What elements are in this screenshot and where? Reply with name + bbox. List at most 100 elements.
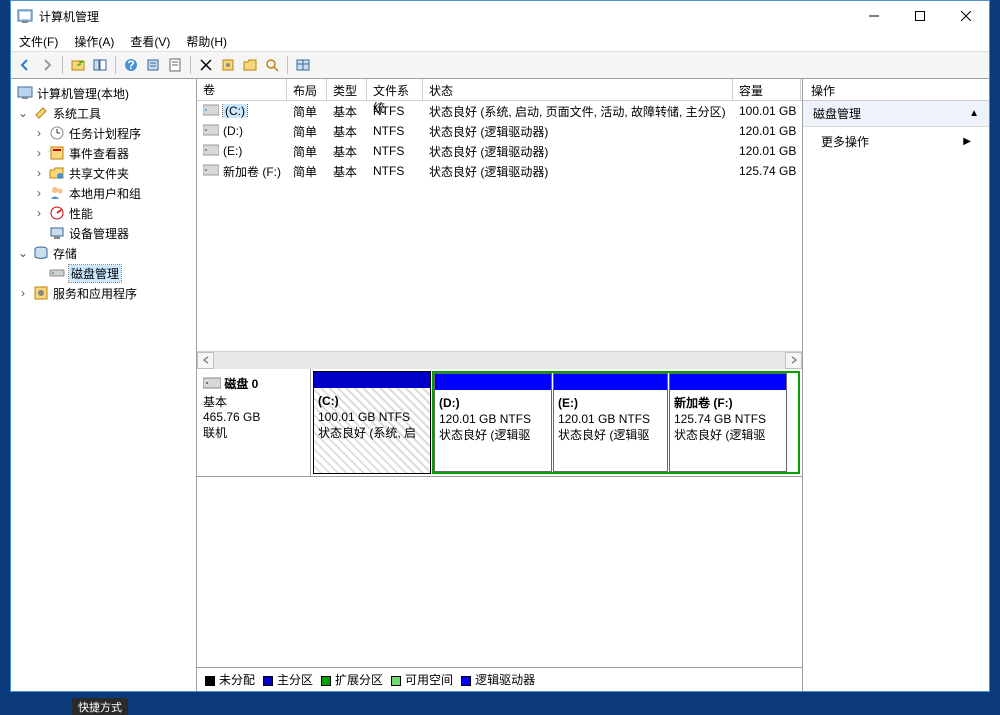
volume-label: (E:) — [223, 144, 242, 158]
legend-primary: 主分区 — [263, 671, 313, 688]
cell-layout: 简单 — [287, 103, 327, 120]
event-icon — [49, 145, 65, 161]
volume-icon — [203, 144, 219, 158]
tree-disk-management[interactable]: 磁盘管理 — [13, 263, 194, 283]
tree-storage[interactable]: ⌄ 存储 — [13, 243, 194, 263]
menu-view[interactable]: 查看(V) — [130, 33, 170, 50]
expand-icon[interactable]: › — [33, 166, 45, 180]
cell-status: 状态良好 (系统, 启动, 页面文件, 活动, 故障转储, 主分区) — [423, 103, 733, 120]
cell-capacity: 100.01 GB — [733, 104, 801, 118]
legend-free: 可用空间 — [391, 671, 453, 688]
scroll-right-button[interactable] — [785, 352, 802, 369]
legend-unallocated: 未分配 — [205, 671, 255, 688]
cell-filesystem: NTFS — [367, 104, 423, 118]
back-button[interactable] — [15, 55, 35, 75]
tree-shared-folders[interactable]: › 共享文件夹 — [13, 163, 194, 183]
tree-task-scheduler[interactable]: › 任务计划程序 — [13, 123, 194, 143]
col-volume[interactable]: 卷 — [197, 79, 287, 100]
tree-event-viewer[interactable]: › 事件查看器 — [13, 143, 194, 163]
table-row[interactable]: (D:)简单基本NTFS状态良好 (逻辑驱动器)120.01 GB — [197, 121, 802, 141]
collapse-icon[interactable]: ⌄ — [17, 246, 29, 260]
minimize-button[interactable] — [851, 1, 897, 31]
partition-header — [670, 374, 786, 390]
scroll-track[interactable] — [214, 352, 785, 369]
col-type[interactable]: 类型 — [327, 79, 367, 100]
partition[interactable]: 新加卷 (F:)125.74 GB NTFS状态良好 (逻辑驱 — [669, 373, 787, 472]
expand-icon[interactable]: › — [33, 146, 45, 160]
cell-type: 基本 — [327, 123, 367, 140]
tree-services-apps[interactable]: › 服务和应用程序 — [13, 283, 194, 303]
performance-icon — [49, 205, 65, 221]
disk-name: 磁盘 0 — [224, 377, 258, 391]
volume-label: (C:) — [223, 104, 247, 118]
legend-logical: 逻辑驱动器 — [461, 671, 535, 688]
col-layout[interactable]: 布局 — [287, 79, 327, 100]
disk-info[interactable]: 磁盘 0 基本 465.76 GB 联机 — [197, 369, 311, 476]
cell-layout: 简单 — [287, 143, 327, 160]
properties-button[interactable] — [143, 55, 163, 75]
expand-icon[interactable]: › — [33, 206, 45, 220]
tree-root[interactable]: 计算机管理(本地) — [13, 83, 194, 103]
cell-type: 基本 — [327, 163, 367, 180]
cell-capacity: 125.74 GB — [733, 164, 801, 178]
volume-table: 卷 布局 类型 文件系统 状态 容量 (C:)简单基本NTFS状态良好 (系统,… — [197, 79, 802, 369]
refresh-button[interactable] — [165, 55, 185, 75]
up-button[interactable] — [68, 55, 88, 75]
volume-label: (D:) — [223, 124, 243, 138]
tree-local-users[interactable]: › 本地用户和组 — [13, 183, 194, 203]
disk-icon — [49, 265, 65, 281]
actions-section-disk-management[interactable]: 磁盘管理 ▲ — [803, 101, 989, 127]
extended-partition-group: (D:)120.01 GB NTFS状态良好 (逻辑驱(E:)120.01 GB… — [432, 371, 800, 474]
disk-status: 联机 — [203, 424, 304, 441]
menu-action[interactable]: 操作(A) — [74, 33, 114, 50]
collapse-arrow-icon: ▲ — [969, 108, 979, 119]
expand-icon[interactable]: › — [33, 126, 45, 140]
table-row[interactable]: (E:)简单基本NTFS状态良好 (逻辑驱动器)120.01 GB — [197, 141, 802, 161]
list-button[interactable] — [293, 55, 313, 75]
partition[interactable]: (D:)120.01 GB NTFS状态良好 (逻辑驱 — [434, 373, 552, 472]
actions-header: 操作 — [803, 79, 989, 101]
close-button[interactable] — [943, 1, 989, 31]
partition-body: 新加卷 (F:)125.74 GB NTFS状态良好 (逻辑驱 — [670, 390, 786, 471]
partition-header — [435, 374, 551, 390]
partition-body: (D:)120.01 GB NTFS状态良好 (逻辑驱 — [435, 390, 551, 471]
collapse-icon[interactable]: ⌄ — [17, 106, 29, 120]
col-capacity[interactable]: 容量 — [733, 79, 801, 100]
cell-filesystem: NTFS — [367, 144, 423, 158]
cell-layout: 简单 — [287, 163, 327, 180]
maximize-button[interactable] — [897, 1, 943, 31]
titlebar: 计算机管理 — [11, 1, 989, 31]
show-hide-tree-button[interactable] — [90, 55, 110, 75]
forward-button[interactable] — [37, 55, 57, 75]
clock-icon — [49, 125, 65, 141]
help-button[interactable]: ? — [121, 55, 141, 75]
partition[interactable]: (E:)120.01 GB NTFS状态良好 (逻辑驱 — [553, 373, 668, 472]
partition-body: (C:)100.01 GB NTFS状态良好 (系统, 启 — [314, 388, 430, 473]
settings-icon[interactable] — [218, 55, 238, 75]
expand-icon[interactable]: › — [33, 186, 45, 200]
search-icon[interactable] — [262, 55, 282, 75]
cell-status: 状态良好 (逻辑驱动器) — [423, 123, 733, 140]
menu-file[interactable]: 文件(F) — [19, 33, 58, 50]
actions-more[interactable]: 更多操作 ▶ — [803, 127, 989, 156]
delete-icon[interactable] — [196, 55, 216, 75]
menu-help[interactable]: 帮助(H) — [186, 33, 227, 50]
cell-capacity: 120.01 GB — [733, 124, 801, 138]
partition[interactable]: (C:)100.01 GB NTFS状态良好 (系统, 启 — [313, 371, 431, 474]
tree-device-manager[interactable]: 设备管理器 — [13, 223, 194, 243]
disk-row: 磁盘 0 基本 465.76 GB 联机 (C:)100.01 GB NTFS状… — [197, 369, 802, 477]
col-status[interactable]: 状态 — [423, 79, 733, 100]
table-body: (C:)简单基本NTFS状态良好 (系统, 启动, 页面文件, 活动, 故障转储… — [197, 101, 802, 351]
table-row[interactable]: 新加卷 (F:)简单基本NTFS状态良好 (逻辑驱动器)125.74 GB — [197, 161, 802, 181]
table-row[interactable]: (C:)简单基本NTFS状态良好 (系统, 启动, 页面文件, 活动, 故障转储… — [197, 101, 802, 121]
storage-icon — [33, 245, 49, 261]
toolbar: ? — [11, 51, 989, 79]
col-filesystem[interactable]: 文件系统 — [367, 79, 423, 100]
tree-system-tools[interactable]: ⌄ 系统工具 — [13, 103, 194, 123]
horizontal-scrollbar[interactable] — [197, 351, 802, 368]
tree-performance[interactable]: › 性能 — [13, 203, 194, 223]
main-content: 卷 布局 类型 文件系统 状态 容量 (C:)简单基本NTFS状态良好 (系统,… — [197, 79, 803, 691]
folder-icon[interactable] — [240, 55, 260, 75]
expand-icon[interactable]: › — [17, 286, 29, 300]
scroll-left-button[interactable] — [197, 352, 214, 369]
